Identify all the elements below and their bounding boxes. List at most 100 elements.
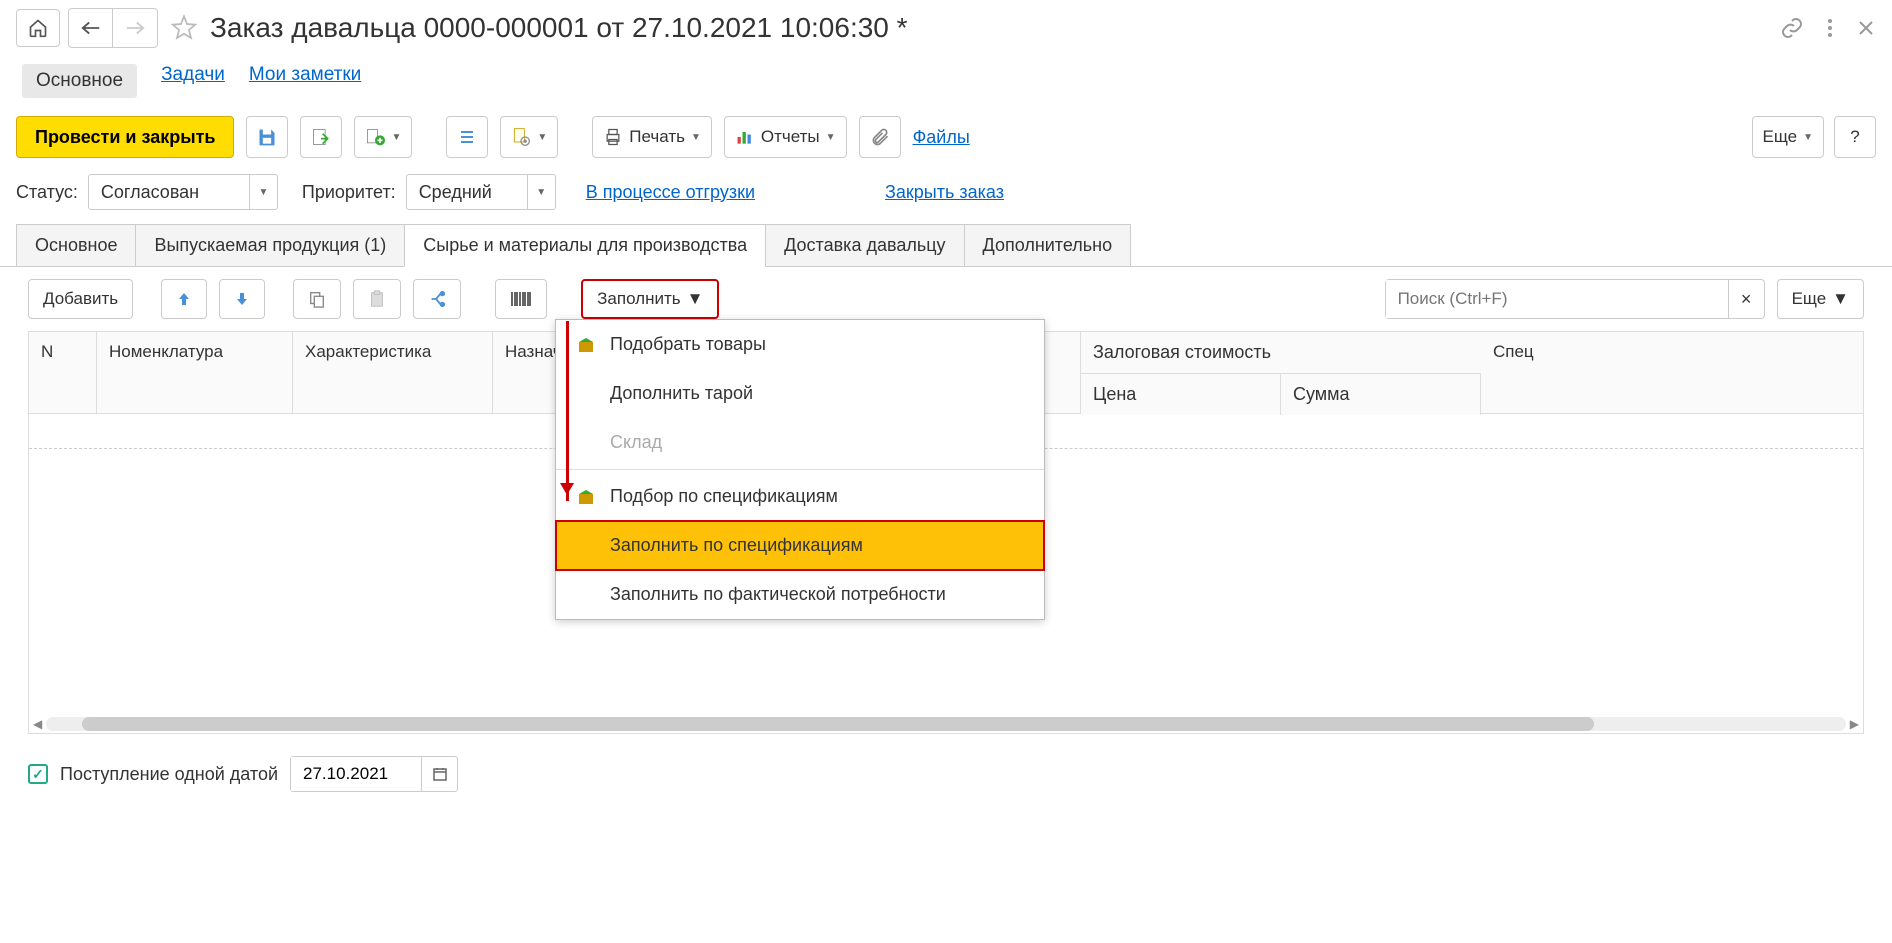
menu-separator	[556, 469, 1044, 470]
fill-dropdown-menu: Подобрать товары Дополнить тарой Склад П…	[555, 319, 1045, 620]
move-up-button[interactable]	[161, 279, 207, 319]
forward-button[interactable]	[113, 9, 157, 47]
tab-additional[interactable]: Дополнительно	[964, 224, 1132, 266]
more-label: Еще	[1763, 127, 1798, 147]
tab-materials[interactable]: Сырье и материалы для производства	[404, 224, 766, 267]
col-collateral[interactable]: Залоговая стоимость	[1081, 332, 1481, 374]
menu-pick-goods[interactable]: Подобрать товары	[556, 320, 1044, 369]
box-icon	[576, 335, 596, 355]
col-sum[interactable]: Сумма	[1281, 374, 1481, 415]
list-icon	[458, 128, 476, 146]
chevron-down-icon: ▼	[691, 132, 701, 143]
tab-main[interactable]: Основное	[16, 224, 136, 266]
help-button[interactable]: ?	[1834, 116, 1876, 158]
split-icon	[428, 290, 446, 308]
chevron-down-icon: ▼	[826, 132, 836, 143]
receipt-date-input[interactable]	[290, 756, 458, 792]
status-value: Согласован	[89, 182, 249, 203]
calendar-button[interactable]	[421, 757, 457, 791]
menu-add-tare[interactable]: Дополнить тарой	[556, 369, 1044, 418]
move-down-button[interactable]	[219, 279, 265, 319]
priority-select[interactable]: Средний ▼	[406, 174, 556, 210]
chevron-down-icon: ▼	[1832, 289, 1849, 309]
copy-button[interactable]	[293, 279, 341, 319]
menu-pick-by-spec[interactable]: Подбор по спецификациям	[556, 472, 1044, 521]
chevron-down-icon[interactable]: ▼	[249, 175, 277, 209]
split-button[interactable]	[413, 279, 461, 319]
status-label: Статус:	[16, 182, 78, 203]
back-button[interactable]	[69, 9, 113, 47]
horizontal-scrollbar[interactable]: ◀ ▶	[29, 715, 1863, 733]
menu-warehouse: Склад	[556, 418, 1044, 467]
paste-button[interactable]	[353, 279, 401, 319]
nav-back-forward	[68, 8, 158, 48]
home-button[interactable]	[16, 9, 60, 47]
paperclip-icon	[870, 127, 890, 147]
box-icon	[576, 487, 596, 507]
more-button[interactable]: Еще ▼	[1752, 116, 1825, 158]
post-and-close-button[interactable]: Провести и закрыть	[16, 116, 234, 158]
navtab-tasks[interactable]: Задачи	[161, 64, 225, 98]
list-button[interactable]	[446, 116, 488, 158]
home-icon	[28, 18, 48, 38]
search-input[interactable]	[1386, 280, 1728, 318]
star-icon	[170, 14, 198, 42]
sub-more-button[interactable]: Еще ▼	[1777, 279, 1864, 319]
shipping-status-link[interactable]: В процессе отгрузки	[586, 182, 755, 203]
post-icon	[311, 127, 331, 147]
col-spec[interactable]: Спец	[1481, 332, 1863, 414]
post-button[interactable]	[300, 116, 342, 158]
add-button[interactable]: Добавить	[28, 279, 133, 319]
link-icon[interactable]	[1780, 16, 1804, 40]
arrow-left-icon	[80, 20, 102, 36]
col-n[interactable]: N	[29, 332, 97, 414]
fill-button[interactable]: Заполнить ▼	[581, 279, 719, 319]
favorite-button[interactable]	[166, 10, 202, 46]
settings-doc-button[interactable]: ▼	[500, 116, 558, 158]
chevron-down-icon: ▼	[391, 132, 401, 143]
close-icon[interactable]	[1856, 18, 1876, 38]
close-order-link[interactable]: Закрыть заказ	[885, 182, 1004, 203]
tab-products[interactable]: Выпускаемая продукция (1)	[135, 224, 405, 266]
more-vert-icon[interactable]	[1820, 16, 1840, 40]
single-date-label: Поступление одной датой	[60, 764, 278, 785]
menu-item-label: Склад	[610, 432, 662, 453]
copy-icon	[308, 290, 326, 308]
navtab-main[interactable]: Основное	[22, 64, 137, 98]
menu-item-label: Заполнить по фактической потребности	[610, 584, 946, 605]
more-label: Еще	[1792, 289, 1827, 309]
col-price[interactable]: Цена	[1081, 374, 1281, 415]
tab-delivery[interactable]: Доставка давальцу	[765, 224, 964, 266]
clear-search-button[interactable]: ×	[1728, 280, 1764, 318]
chevron-down-icon: ▼	[687, 289, 704, 309]
navtab-notes[interactable]: Мои заметки	[249, 64, 361, 98]
paste-icon	[368, 290, 386, 308]
arrow-down-icon	[234, 291, 250, 307]
chart-icon	[735, 127, 755, 147]
col-characteristic[interactable]: Характеристика	[293, 332, 493, 414]
menu-fill-by-spec[interactable]: Заполнить по спецификациям	[555, 520, 1045, 571]
priority-value: Средний	[407, 182, 527, 203]
fill-label: Заполнить	[597, 289, 680, 309]
chevron-down-icon: ▼	[537, 132, 547, 143]
save-button[interactable]	[246, 116, 288, 158]
barcode-icon	[510, 290, 532, 308]
doc-gear-icon	[511, 127, 531, 147]
menu-item-label: Подобрать товары	[610, 334, 766, 355]
create-based-button[interactable]: ▼	[354, 116, 412, 158]
date-field[interactable]	[291, 757, 421, 791]
reports-button[interactable]: Отчеты ▼	[724, 116, 847, 158]
single-date-checkbox[interactable]: ✓	[28, 764, 48, 784]
status-select[interactable]: Согласован ▼	[88, 174, 278, 210]
menu-fill-by-actual[interactable]: Заполнить по фактической потребности	[556, 570, 1044, 619]
chevron-down-icon: ▼	[1803, 132, 1813, 143]
chevron-down-icon[interactable]: ▼	[527, 175, 555, 209]
print-button[interactable]: Печать ▼	[592, 116, 712, 158]
barcode-button[interactable]	[495, 279, 547, 319]
doc-arrow-icon	[365, 127, 385, 147]
menu-item-label: Заполнить по спецификациям	[610, 535, 863, 556]
col-nomenclature[interactable]: Номенклатура	[97, 332, 293, 414]
attach-button[interactable]	[859, 116, 901, 158]
arrow-up-icon	[176, 291, 192, 307]
files-link[interactable]: Файлы	[913, 127, 970, 148]
